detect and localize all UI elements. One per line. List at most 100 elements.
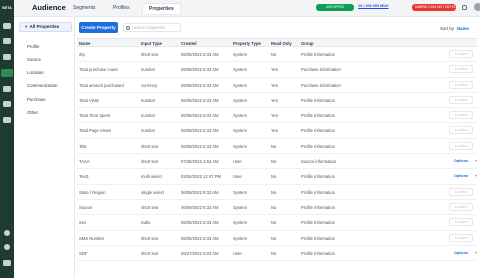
cell-input-type: radio (141, 220, 151, 226)
cell-property-type: System (233, 97, 247, 103)
cell-input-type: number (141, 97, 156, 103)
chart-icon[interactable] (3, 38, 11, 44)
cell-read-only: No (271, 250, 277, 256)
cell-created: 06/09/2022 8:33 AM (181, 220, 219, 226)
sidebar-item-location[interactable]: Location (27, 70, 44, 75)
sidebar-item-other[interactable]: Other (27, 110, 38, 115)
cell-created: 07/28/2022 4:53 AM (181, 159, 219, 165)
tab-profiles[interactable]: Profiles (113, 5, 130, 11)
bag-icon[interactable] (3, 101, 11, 107)
locked-button[interactable]: Locked (449, 126, 473, 135)
options-button[interactable]: Options (449, 248, 473, 257)
cell-property-type: User (233, 250, 242, 256)
cell-read-only: Yes (271, 113, 278, 119)
locked-button[interactable]: Locked (449, 202, 473, 211)
sidebar-item-all-properties[interactable]: ▾ All Properties (19, 22, 72, 32)
column-header-created[interactable]: Created (181, 41, 197, 46)
column-header-name[interactable]: Name (79, 41, 90, 46)
table-icon[interactable] (3, 117, 11, 123)
brand-logo-icon (3, 260, 11, 266)
cell-read-only: No (271, 235, 277, 241)
locked-button[interactable]: Locked (449, 111, 473, 120)
search-input[interactable]: Search properties (123, 23, 181, 32)
cell-input-type: short text (141, 235, 159, 241)
cell-created: 06/09/2022 8:33 AM (181, 97, 219, 103)
table-row[interactable]: Total Visits number 06/09/2022 8:33 AM Syst… (77, 93, 477, 109)
table-row[interactable]: SMS Number short text 06/09/2022 8:33 AM Sy… (77, 231, 477, 246)
sidebar-item-communication[interactable]: Communication (27, 83, 58, 88)
cell-read-only: Yes (271, 97, 278, 103)
cell-property-type: System (233, 52, 247, 57)
avatar[interactable] (474, 3, 480, 11)
table-row[interactable]: Total purchase count number 06/09/2022 8:3… (77, 62, 477, 78)
cell-name: Total Visits (79, 97, 99, 103)
create-property-button[interactable]: Create Property (79, 22, 118, 33)
edit-icon[interactable] (3, 54, 11, 60)
top-header: Audience Segments Profiles Properties UN… (14, 0, 480, 17)
megaphone-icon[interactable] (3, 86, 11, 92)
cell-property-type: System (233, 82, 247, 88)
column-header-read-only[interactable]: Read Only (271, 41, 292, 46)
cell-name: Total Time Spent (79, 113, 111, 119)
dashboard-icon[interactable] (3, 23, 11, 29)
table-row[interactable]: Total amount purchased currency 06/09/2022… (77, 78, 477, 93)
table-row[interactable]: TAAA short text 07/28/2022 4:53 AM User No So… (77, 154, 477, 170)
cell-group: Profile Information (301, 189, 335, 195)
table-row[interactable]: Total Time Spent number 06/09/2022 8:33 AM… (77, 108, 477, 124)
cell-created: 03/04/2022 12:47 PM (181, 174, 222, 180)
column-header-group[interactable]: Group (301, 41, 314, 46)
sort-dropdown[interactable]: Name (457, 26, 469, 31)
sidebar-item-source[interactable]: Source (27, 57, 41, 62)
table-row[interactable]: Zip short text 06/09/2022 8:33 AM System No P… (77, 47, 477, 63)
usage-link[interactable]: 10 / 200 000 MUV (358, 4, 389, 8)
sidebar-item-profile[interactable]: Profile (27, 44, 39, 49)
tab-properties[interactable]: Properties (142, 3, 181, 15)
chevron-down-icon[interactable]: ▾ (475, 158, 477, 163)
cell-read-only: No (271, 220, 277, 226)
tab-segments[interactable]: Segments (73, 5, 96, 11)
locked-button[interactable]: Locked (449, 50, 473, 58)
cell-created: 06/09/2022 8:33 AM (181, 128, 219, 134)
page-title: Audience (32, 3, 66, 12)
bell-icon[interactable] (462, 5, 467, 10)
cell-group: Profile Information (301, 204, 335, 210)
locked-button[interactable]: Locked (449, 141, 473, 150)
options-button[interactable]: Options (449, 157, 473, 166)
sidebar-item-purchase[interactable]: Purchase (27, 97, 46, 102)
table-row[interactable]: State / Region single select 06/09/2022 8:… (77, 185, 477, 200)
column-header-input-type[interactable]: Input Type (141, 41, 162, 46)
cell-read-only: Yes (271, 82, 278, 88)
locked-button[interactable]: Locked (449, 65, 473, 74)
alert-badge[interactable]: UMBRE.COM NOT DETECTED (412, 4, 463, 11)
table-row[interactable]: Sex radio 06/09/2022 8:33 AM System No Profil… (77, 215, 477, 231)
audience-icon[interactable] (1, 69, 13, 77)
locked-button[interactable]: Locked (449, 233, 473, 242)
locked-button[interactable]: Locked (449, 218, 473, 227)
table-row[interactable]: Text1 multi select 03/04/2022 12:47 PM User… (77, 169, 477, 185)
chevron-down-icon[interactable]: ▾ (475, 250, 477, 255)
cell-input-type: short text (141, 204, 159, 210)
cell-name: Zip (79, 52, 85, 57)
column-header-property-type[interactable]: Property Type (233, 41, 261, 46)
cell-property-type: System (233, 235, 247, 241)
cell-group: Profile Information (301, 128, 335, 134)
cell-input-type: currency (141, 82, 158, 88)
cell-created: 06/09/2022 8:33 AM (181, 204, 219, 210)
locked-button[interactable]: Locked (449, 187, 473, 196)
table-row[interactable]: SDF short text 06/27/2022 5:03 AM User No Pro… (77, 246, 477, 262)
search-icon (126, 26, 130, 30)
table-body: Zip short text 06/09/2022 8:33 AM System No P… (77, 47, 477, 262)
locked-button[interactable]: Locked (449, 95, 473, 104)
cell-name: Total purchase count (79, 67, 118, 73)
status-badge[interactable]: UNTAPPED (316, 4, 354, 11)
table-row[interactable]: Title short text 06/09/2022 8:33 AM System N… (77, 139, 477, 155)
chevron-down-icon[interactable]: ▾ (475, 173, 477, 178)
options-button[interactable]: Options (449, 172, 473, 181)
cell-group: Profile Information (301, 143, 335, 149)
help-icon[interactable] (4, 244, 10, 250)
settings-icon[interactable] (4, 230, 10, 236)
table-row[interactable]: Source short text 06/09/2022 8:33 AM System… (77, 200, 477, 216)
sidebar-item-label: All Properties (29, 24, 60, 29)
locked-button[interactable]: Locked (449, 80, 473, 89)
table-row[interactable]: Total Page Views number 06/09/2022 8:33 AM… (77, 123, 477, 139)
